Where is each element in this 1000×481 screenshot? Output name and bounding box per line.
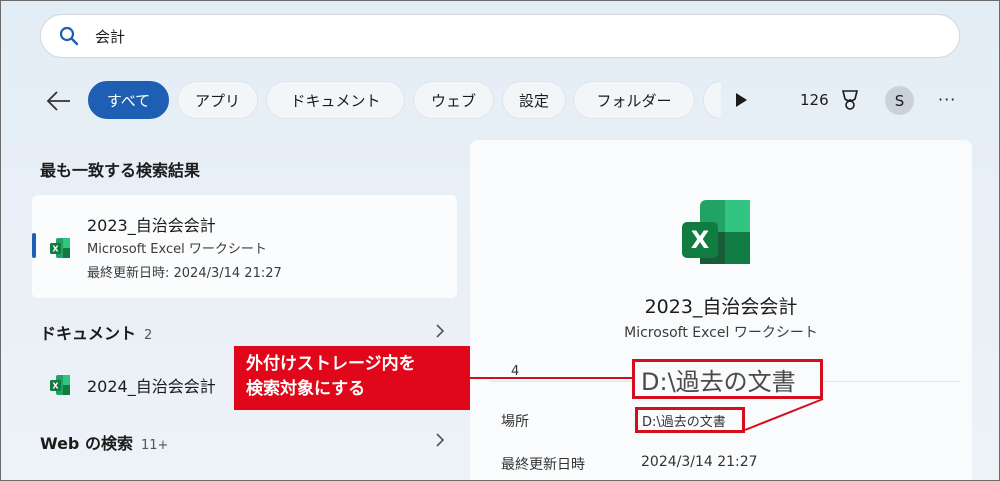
callout-note: 外付けストレージ内を 検索対象にする xyxy=(234,346,470,410)
callout-text-line2: 検索対象にする xyxy=(246,379,366,399)
callout-text-line1: 外付けストレージ内を xyxy=(246,354,416,374)
zoomed-location-callout: D:\過去の文書 xyxy=(632,359,823,399)
location-value: D:\過去の文書 xyxy=(635,407,745,433)
callout-leader-lines xyxy=(470,377,824,431)
